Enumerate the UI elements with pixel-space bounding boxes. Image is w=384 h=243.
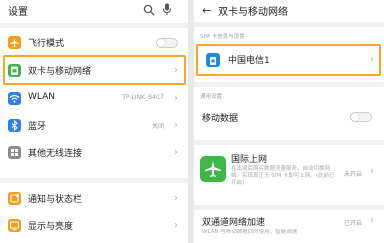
setting-item-airplane-mode[interactable]: 飞行模式: [0, 29, 188, 56]
airplane-mode-toggle[interactable]: [156, 38, 178, 48]
chevron-right-icon: ›: [174, 93, 178, 104]
chevron-right-icon: ›: [174, 147, 178, 158]
setting-item-label: 蓝牙: [28, 122, 47, 132]
setting-item-label: 通知与状态栏: [28, 195, 83, 205]
chevron-right-icon: ›: [174, 220, 178, 231]
highlight-box: [196, 44, 381, 76]
back-arrow-icon[interactable]: ←: [202, 4, 211, 17]
dual-channel-label: 双通道网络加速: [202, 218, 266, 228]
setting-item-wlan[interactable]: WLAN TP-LINK_B4C7 ›: [0, 85, 188, 112]
search-icon[interactable]: [143, 4, 155, 16]
bluetooth-status: 关闭: [151, 123, 164, 130]
highlight-box: [3, 55, 186, 85]
setting-item-label: 其他无线连接: [28, 149, 83, 159]
section-label-general: 通用设置: [200, 94, 223, 100]
settings-header: 设置: [0, 0, 188, 20]
airplane-icon: [8, 36, 21, 49]
divider: [0, 178, 188, 183]
international-internet-item[interactable]: 国际上网 在出境后购买数据流量服务，自动切换网络。实现真正无 SIM 卡即可上网…: [194, 147, 384, 199]
chevron-right-icon: ›: [174, 193, 178, 204]
setting-item-other-wireless[interactable]: 其他无线连接 ›: [0, 139, 188, 166]
wifi-icon: [8, 92, 21, 105]
dual-channel-status: 已开启: [343, 220, 362, 227]
divider: [194, 22, 384, 27]
divider: [0, 23, 188, 28]
chevron-right-icon: ›: [370, 166, 374, 177]
setting-item-label: 显示与亮度: [28, 222, 74, 232]
mobile-data-label: 移动数据: [202, 114, 239, 124]
dual-channel-description: WLAN 与移动数据同时使用，智能调速: [202, 229, 298, 235]
wlan-network-name: TP-LINK_B4C7: [122, 94, 164, 101]
airplane-icon: [200, 156, 226, 182]
mobile-data-toggle[interactable]: [350, 112, 372, 122]
chevron-right-icon: ›: [370, 215, 374, 226]
setting-item-label: 飞行模式: [28, 39, 65, 49]
chevron-right-icon: ›: [174, 120, 178, 131]
page-title: 双卡与移动网络: [218, 7, 288, 18]
section-label-sim: SIM 卡信息与设置: [200, 34, 245, 40]
divider: [194, 140, 384, 145]
setting-item-notifications[interactable]: 通知与状态栏 ›: [0, 185, 188, 212]
dual-channel-item[interactable]: 双通道网络加速 WLAN 与移动数据同时使用，智能调速 已开启 ›: [194, 212, 384, 243]
page-title: 设置: [8, 7, 28, 18]
notification-icon: [8, 192, 21, 205]
dual-sim-panel: ← 双卡与移动网络 SIM 卡信息与设置 中国电信1 › 通用设置 移动数据 国…: [194, 0, 384, 243]
international-internet-status: 未开启: [343, 171, 362, 178]
international-internet-description: 在出境后购买数据流量服务，自动切换网络。实现真正无 SIM 卡即可上网。(此前已…: [231, 166, 335, 186]
divider: [194, 82, 384, 87]
setting-item-bluetooth[interactable]: 蓝牙 关闭 ›: [0, 112, 188, 139]
grid-icon: [8, 146, 21, 159]
setting-item-label: WLAN: [28, 92, 56, 102]
divider: [194, 205, 384, 210]
display-icon: [8, 219, 21, 232]
setting-item-display[interactable]: 显示与亮度 ›: [0, 212, 188, 239]
settings-panel: 设置 飞行模式 双卡与移动网络 › WLAN TP-LINK_B4C7 › 蓝牙…: [0, 0, 188, 243]
mic-icon[interactable]: [162, 3, 172, 16]
international-internet-label: 国际上网: [231, 155, 268, 165]
mobile-data-item[interactable]: 移动数据: [194, 104, 384, 130]
bluetooth-icon: [8, 119, 21, 132]
